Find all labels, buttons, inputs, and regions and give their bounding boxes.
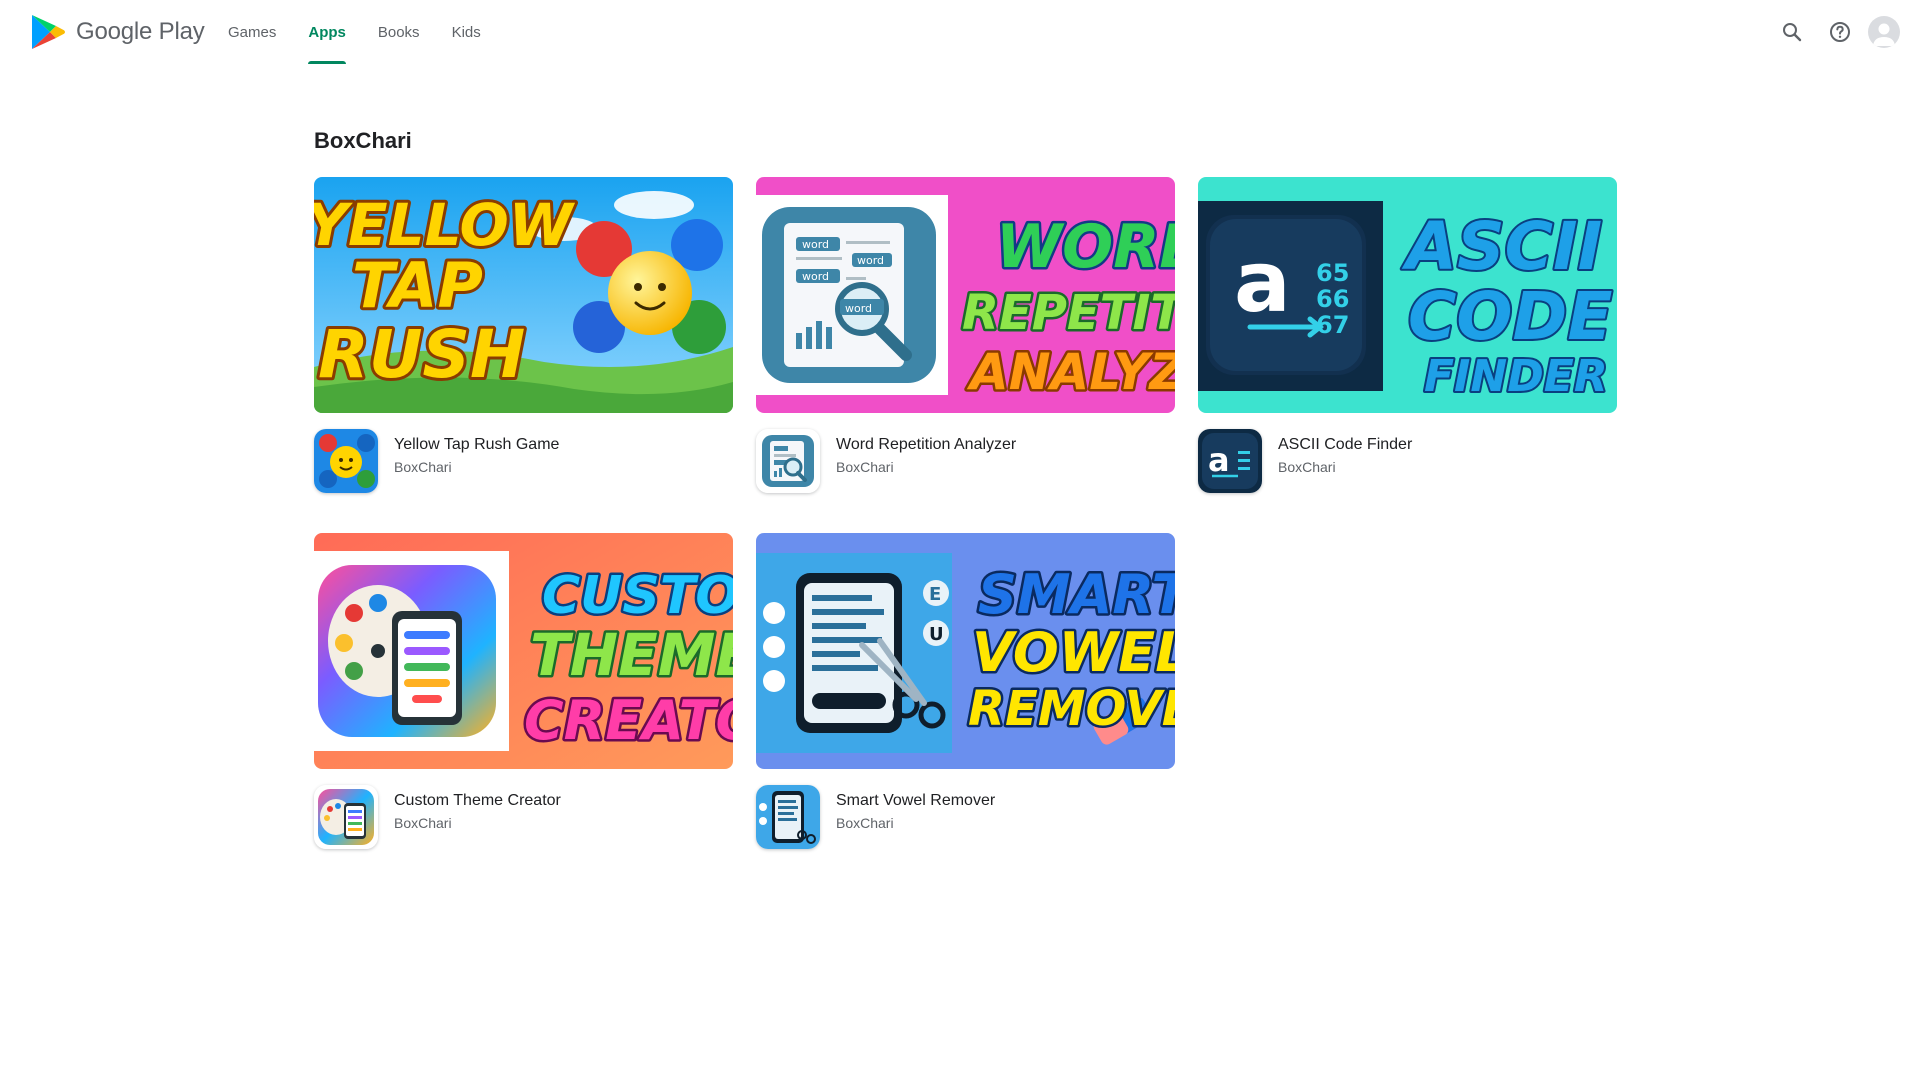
- banner-line-3: ANALYZER: [966, 343, 1175, 401]
- word-repetition-banner-art: word word word word WORD REPETITION ANAL…: [756, 177, 1175, 413]
- app-developer[interactable]: BoxChari: [394, 459, 452, 475]
- app-developer[interactable]: BoxChari: [836, 459, 894, 475]
- yellow-tap-rush-app-icon: [314, 429, 378, 493]
- page-title: BoxChari: [314, 128, 412, 153]
- app-meta: a ASCII Code Finder BoxChari: [1198, 429, 1617, 495]
- app-title[interactable]: ASCII Code Finder: [1278, 436, 1412, 454]
- tab-label: Apps: [308, 23, 346, 41]
- app-grid: YELLOW TAP RUSH Yellow Tap Rush Game Box…: [314, 177, 1624, 851]
- banner-icon-code-3: 67: [1316, 311, 1349, 339]
- ascii-code-finder-banner-art: a 65 66 67 ASCII CODE FINDER: [1198, 177, 1617, 413]
- banner-doc-word-3: word: [802, 270, 829, 283]
- banner-line-1: CUSTOM: [542, 566, 733, 626]
- smart-vowel-remover-banner-art: E U SMART VOWEL REMOVER: [756, 533, 1175, 769]
- header-actions: [1764, 16, 1900, 48]
- search-icon: [1783, 23, 1802, 42]
- app-card-yellow-tap-rush[interactable]: YELLOW TAP RUSH Yellow Tap Rush Game Box…: [314, 177, 733, 495]
- app-banner[interactable]: word word word word WORD REPETITION ANAL…: [756, 177, 1175, 413]
- app-developer[interactable]: BoxChari: [1278, 459, 1336, 475]
- yellow-tap-rush-banner-art: YELLOW TAP RUSH: [314, 177, 733, 413]
- word-repetition-app-icon: [756, 429, 820, 493]
- account-avatar-button[interactable]: [1868, 16, 1900, 48]
- svg-text:a: a: [1208, 441, 1230, 479]
- banner-line-3: REMOVER: [968, 681, 1175, 737]
- banner-side-letter-2: U: [929, 624, 944, 645]
- smart-vowel-remover-app-icon: [756, 785, 820, 849]
- banner-line-2: THEME: [530, 621, 733, 689]
- banner-line-2: REPETITION: [962, 285, 1175, 341]
- app-banner[interactable]: YELLOW TAP RUSH: [314, 177, 733, 413]
- banner-line-1: ASCII: [1401, 208, 1602, 285]
- app-meta: Yellow Tap Rush Game BoxChari: [314, 429, 733, 495]
- app-card-word-repetition-analyzer[interactable]: word word word word WORD REPETITION ANAL…: [756, 177, 1175, 495]
- banner-icon-code-2: 66: [1316, 285, 1349, 313]
- app-banner[interactable]: a 65 66 67 ASCII CODE FINDER: [1198, 177, 1617, 413]
- tab-kids[interactable]: Kids: [436, 0, 497, 64]
- custom-theme-creator-banner-art: CUSTOM THEME CREATOR: [314, 533, 733, 769]
- banner-line-3: FINDER: [1424, 351, 1608, 402]
- google-play-logo-icon: [32, 15, 65, 49]
- app-meta: Custom Theme Creator BoxChari: [314, 785, 733, 851]
- help-button[interactable]: [1820, 12, 1860, 52]
- app-developer[interactable]: BoxChari: [836, 815, 894, 831]
- app-title[interactable]: Custom Theme Creator: [394, 792, 561, 810]
- tab-label: Books: [377, 23, 420, 41]
- top-nav: Games Apps Books Kids: [212, 0, 497, 64]
- banner-line-3: CREATOR: [524, 689, 733, 752]
- banner-icon-code-1: 65: [1316, 259, 1349, 287]
- logo-text: Google Play: [76, 18, 205, 45]
- help-icon: [1830, 22, 1850, 42]
- search-button[interactable]: [1772, 12, 1812, 52]
- app-card-smart-vowel-remover[interactable]: E U SMART VOWEL REMOVER: [756, 533, 1175, 851]
- banner-line-2: VOWEL: [972, 621, 1175, 684]
- banner-doc-word-2: word: [857, 254, 884, 267]
- banner-doc-word-1: word: [802, 238, 829, 251]
- ascii-code-finder-app-icon: a: [1198, 429, 1262, 493]
- banner-icon-letter: a: [1234, 233, 1291, 331]
- banner-line-1: WORD: [996, 212, 1175, 282]
- app-title[interactable]: Word Repetition Analyzer: [836, 436, 1016, 454]
- app-card-ascii-code-finder[interactable]: a 65 66 67 ASCII CODE FINDER a ASCII Cod…: [1198, 177, 1617, 495]
- custom-theme-creator-app-icon: [314, 785, 378, 849]
- banner-doc-word-4: word: [845, 302, 872, 315]
- app-title[interactable]: Yellow Tap Rush Game: [394, 436, 559, 454]
- google-play-logo[interactable]: Google Play: [30, 13, 205, 51]
- tab-games[interactable]: Games: [212, 0, 292, 64]
- tab-label: Kids: [451, 23, 481, 41]
- tab-books[interactable]: Books: [362, 0, 436, 64]
- top-app-bar: Google Play Games Apps Books Kids: [0, 0, 1920, 64]
- banner-side-letter-1: E: [929, 584, 941, 605]
- tab-label: Games: [228, 23, 277, 41]
- app-meta: Smart Vowel Remover BoxChari: [756, 785, 1175, 851]
- banner-line-2: CODE: [1408, 278, 1612, 355]
- banner-line-3: RUSH: [318, 316, 525, 393]
- app-title[interactable]: Smart Vowel Remover: [836, 792, 995, 810]
- banner-line-2: TAP: [352, 249, 483, 322]
- account-avatar-icon: [1873, 23, 1895, 46]
- app-banner[interactable]: E U SMART VOWEL REMOVER: [756, 533, 1175, 769]
- app-developer[interactable]: BoxChari: [394, 815, 452, 831]
- app-card-custom-theme-creator[interactable]: CUSTOM THEME CREATOR: [314, 533, 733, 851]
- banner-line-1: SMART: [978, 563, 1175, 626]
- tab-apps[interactable]: Apps: [292, 0, 362, 64]
- app-banner[interactable]: CUSTOM THEME CREATOR: [314, 533, 733, 769]
- app-meta: Word Repetition Analyzer BoxChari: [756, 429, 1175, 495]
